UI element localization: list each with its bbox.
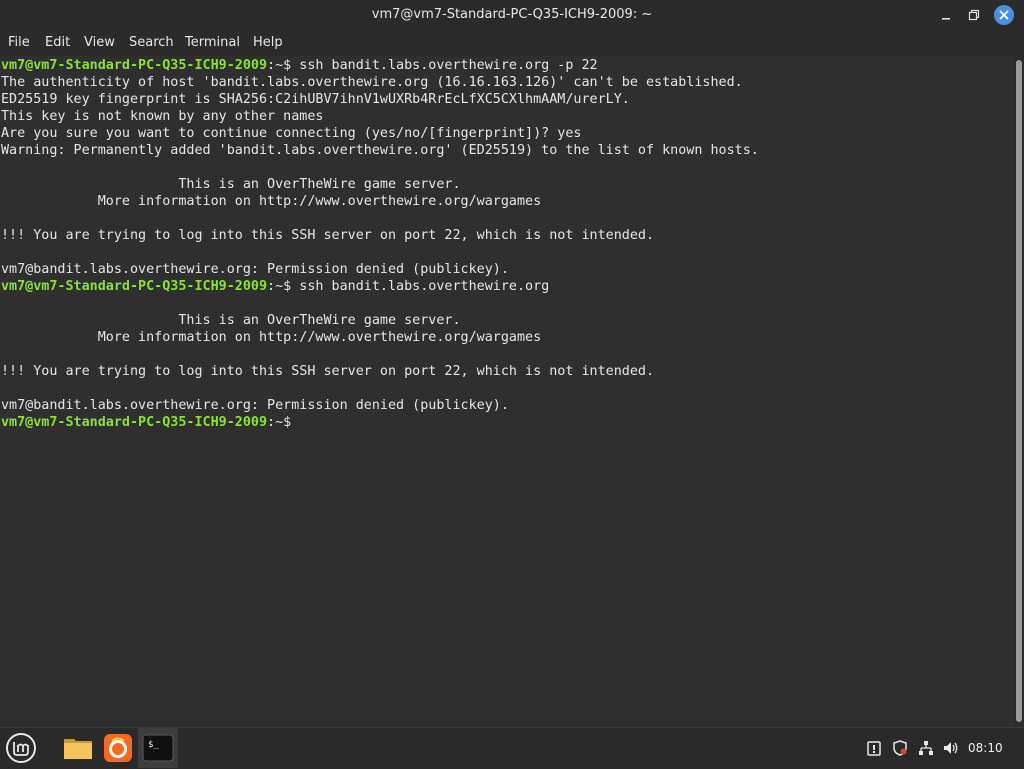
minimize-icon	[942, 18, 950, 20]
prompt-line: vm7@vm7-Standard-PC-Q35-ICH9-2009:~$ ssh…	[1, 278, 549, 295]
svg-text:$_: $_	[148, 740, 159, 750]
scroll-thumb[interactable]	[1016, 60, 1022, 722]
command-text: ssh bandit.labs.overthewire.org	[291, 279, 550, 294]
window-title: vm7@vm7-Standard-PC-Q35-ICH9-2009: ~	[371, 7, 653, 22]
output-line: More information on http://www.overthewi…	[1, 330, 542, 345]
terminal-scrollbar[interactable]	[1014, 56, 1024, 726]
menu-icon[interactable]	[5, 732, 37, 764]
network-icon[interactable]	[918, 740, 934, 756]
menu-edit[interactable]: Edit	[45, 30, 70, 56]
output-line: !!! You are trying to log into this SSH …	[1, 228, 655, 243]
prompt-path: :~$	[267, 279, 292, 294]
prompt-line: vm7@vm7-Standard-PC-Q35-ICH9-2009:~$	[1, 414, 291, 431]
menu-bar: File Edit View Search Terminal Help	[0, 30, 1024, 56]
command-text: ssh bandit.labs.overthewire.org -p 22	[291, 58, 598, 73]
menu-view[interactable]: View	[84, 30, 115, 56]
prompt-user-host: vm7@vm7-Standard-PC-Q35-ICH9-2009	[1, 279, 268, 294]
terminal-window: vm7@vm7-Standard-PC-Q35-ICH9-2009: ~ Fil…	[0, 0, 1024, 727]
terminal-icon[interactable]: $_	[142, 732, 174, 764]
prompt-line: vm7@vm7-Standard-PC-Q35-ICH9-2009:~$ ssh…	[1, 57, 598, 74]
output-line: This is an OverTheWire game server.	[1, 313, 461, 328]
output-line: This key is not known by any other names	[1, 109, 324, 124]
prompt-user-host: vm7@vm7-Standard-PC-Q35-ICH9-2009	[1, 415, 268, 430]
volume-icon[interactable]	[943, 740, 959, 756]
terminal-output[interactable]: vm7@vm7-Standard-PC-Q35-ICH9-2009:~$ ssh…	[0, 56, 1014, 726]
prompt-path: :~$	[267, 58, 292, 73]
prompt-user-host: vm7@vm7-Standard-PC-Q35-ICH9-2009	[1, 58, 268, 73]
menu-search[interactable]: Search	[129, 30, 174, 56]
title-bar[interactable]: vm7@vm7-Standard-PC-Q35-ICH9-2009: ~	[0, 0, 1024, 30]
output-line: This is an OverTheWire game server.	[1, 177, 461, 192]
output-line: The authenticity of host 'bandit.labs.ov…	[1, 75, 743, 90]
update-icon[interactable]	[866, 740, 882, 756]
menu-file[interactable]: File	[8, 30, 30, 56]
menu-terminal[interactable]: Terminal	[185, 30, 240, 56]
prompt-path: :~$	[267, 415, 292, 430]
maximize-button[interactable]	[964, 5, 984, 25]
output-line: ED25519 key fingerprint is SHA256:C2ihUB…	[1, 92, 630, 107]
output-line: vm7@bandit.labs.overthewire.org: Permiss…	[1, 398, 509, 413]
output-line: !!! You are trying to log into this SSH …	[1, 364, 655, 379]
shield-icon[interactable]	[892, 740, 908, 756]
files-icon[interactable]	[62, 732, 94, 764]
output-line: vm7@bandit.labs.overthewire.org: Permiss…	[1, 262, 509, 277]
taskbar: $_ 08:10	[0, 727, 1024, 768]
output-line: Warning: Permanently added 'bandit.labs.…	[1, 143, 759, 158]
output-line: More information on http://www.overthewi…	[1, 194, 542, 209]
close-icon	[999, 10, 1009, 20]
menu-help[interactable]: Help	[253, 30, 283, 56]
close-button[interactable]	[994, 5, 1014, 25]
restore-icon	[968, 9, 980, 21]
output-line: Are you sure you want to continue connec…	[1, 126, 582, 141]
clock[interactable]: 08:10	[968, 728, 1003, 769]
firefox-icon[interactable]	[102, 732, 134, 764]
minimize-button[interactable]	[936, 5, 956, 25]
